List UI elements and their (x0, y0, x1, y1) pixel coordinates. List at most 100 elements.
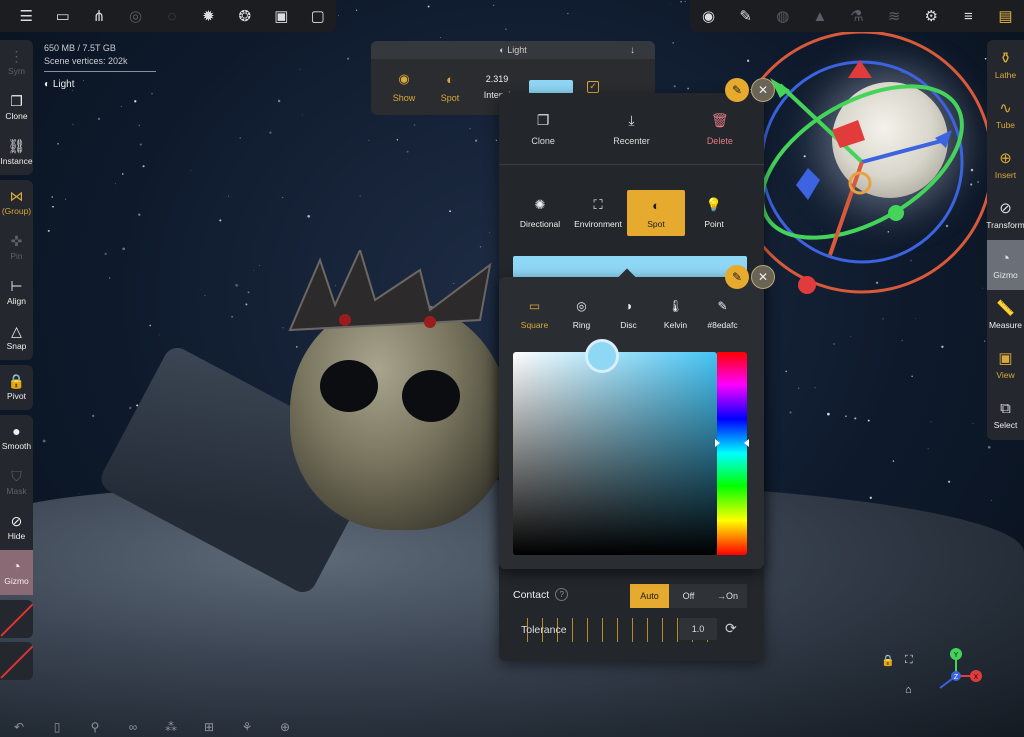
spot-light-icon: ◐ (446, 71, 454, 87)
left-tool-align[interactable]: ⊢ Align (0, 270, 33, 315)
left-tool-clone[interactable]: ❐ Clone (0, 85, 33, 130)
left-tool-pin[interactable]: ✜ Pin (0, 225, 33, 270)
right-tool-select[interactable]: ⧉ Select (987, 390, 1024, 440)
left-tool-group[interactable]: ⋈ (Group) (0, 180, 33, 225)
color-mode-tab[interactable]: 🌡 Kelvin (652, 299, 699, 330)
help-icon[interactable]: ? (555, 588, 569, 601)
molecule-icon[interactable]: ⁂ (152, 720, 190, 734)
material-icon[interactable]: ◌ (154, 0, 190, 32)
left-tool-mask[interactable]: ⛉ Mask (0, 460, 33, 505)
environment-light-icon: ⛶ (593, 197, 603, 212)
fullscreen-icon[interactable]: ⛶ (905, 654, 913, 667)
delete-light-button[interactable]: 🗑 Delete (676, 112, 764, 146)
light-gizmo-icon[interactable]: ◉ (690, 0, 727, 32)
box-icon[interactable]: ⊞ (190, 720, 228, 734)
scene-tree-icon[interactable]: ⋔ (81, 0, 117, 32)
trash-icon: 🗑 (710, 111, 729, 128)
left-tool-smooth[interactable]: ● Smooth (0, 415, 33, 460)
left-toolbar-group: ● Smooth ⛉ Mask ⊘ Hide ◔ Gizmo (0, 415, 33, 595)
show-light-button[interactable]: ◉ Show (381, 71, 427, 103)
sliders-icon[interactable]: ≡ (950, 0, 987, 32)
left-tool-label: Hide (7, 531, 26, 541)
left-toolbar: ⋮ Sym ❐ Clone ⛓ Instance ⋈ (Group) ✜ Pin ⊢ Align △ Sn… (0, 40, 33, 684)
layers-icon[interactable]: ◎ (117, 0, 153, 32)
gamepad-icon[interactable]: ⚘ (228, 720, 266, 734)
pin-picker-icon[interactable]: ✎ (725, 265, 749, 289)
phone-icon[interactable]: ▯ (38, 720, 76, 734)
glasses-icon[interactable]: ∞ (114, 720, 152, 734)
right-tool-tube[interactable]: ∿ Tube (987, 90, 1024, 140)
lock-icon[interactable]: 🔒 (881, 654, 895, 667)
chevron-down-icon[interactable]: ↓ (630, 45, 635, 56)
contact-option[interactable]: →On (708, 584, 747, 608)
hue-slider-marker[interactable] (715, 439, 749, 447)
light-type-environment[interactable]: ⛶ Environment (569, 190, 627, 236)
sun-icon[interactable]: ✹ (190, 0, 226, 32)
light-type-directional[interactable]: ✺ Directional (511, 190, 569, 236)
gold-menu-icon[interactable]: ▤ (987, 0, 1024, 32)
brush-color-swatch[interactable] (0, 600, 33, 638)
recenter-light-button[interactable]: ⤓ Recenter (587, 112, 675, 146)
reset-icon[interactable]: ⟳ (725, 620, 737, 637)
left-tool-instance[interactable]: ⛓ Instance (0, 130, 33, 175)
light-type-label: Directional (519, 219, 561, 229)
folder-icon[interactable]: ▭ (44, 0, 80, 32)
secondary-color-swatch[interactable] (0, 642, 33, 680)
light-type-spot[interactable]: ◐ Spot (627, 190, 685, 236)
tolerance-value[interactable]: 1.0 (679, 618, 717, 640)
left-tool-hide[interactable]: ⊘ Hide (0, 505, 33, 550)
contact-option[interactable]: Off (669, 584, 708, 608)
brush-icon[interactable]: ✎ (727, 0, 764, 32)
right-tool-insert[interactable]: ⊕ Insert (987, 140, 1024, 190)
menu-icon[interactable]: ☰ (8, 0, 44, 32)
spot-light-icon: ◐ (652, 197, 660, 213)
right-tool-label: View (996, 369, 1015, 380)
right-tool-gizmo[interactable]: ◔ Gizmo (987, 240, 1024, 290)
gear-icon[interactable]: ⚙ (913, 0, 950, 32)
left-tool-gizmo[interactable]: ◔ Gizmo (0, 550, 33, 595)
color-mode-tab[interactable]: ◑ Disc (605, 299, 652, 330)
camera-lens-icon[interactable]: ❂ (227, 0, 263, 32)
light-toolbar-header[interactable]: ◐ Light ↓ (371, 41, 655, 59)
selected-object-label: ◐ Light (44, 79, 75, 90)
light-color-swatch[interactable] (529, 80, 573, 94)
light-enabled-checkbox[interactable]: ✓ (587, 81, 599, 93)
spot-type-button[interactable]: ◐ Spot (427, 72, 473, 103)
color-mode-label: Square (520, 320, 549, 330)
close-panel-icon[interactable]: ✕ (751, 78, 775, 102)
left-toolbar-group: ⋈ (Group) ✜ Pin ⊢ Align △ Snap (0, 180, 33, 360)
search-icon[interactable]: ⚲ (76, 720, 114, 734)
directional-light-icon: ✺ (534, 197, 546, 212)
left-tool-sym[interactable]: ⋮ Sym (0, 40, 33, 85)
globe-icon[interactable]: ◍ (764, 0, 801, 32)
flask-icon[interactable]: ⚗ (838, 0, 875, 32)
hide-icon: ⊘ (10, 513, 23, 529)
light-type-point[interactable]: 💡 Point (685, 190, 743, 236)
color-mode-tab[interactable]: ◎ Ring (558, 299, 605, 330)
color-mode-tab[interactable]: ▭ Square (511, 299, 558, 330)
triangle-icon[interactable]: ▲ (801, 0, 838, 32)
zoom-icon[interactable]: ⊕ (266, 720, 304, 734)
right-tool-lathe[interactable]: ⚱ Lathe (987, 40, 1024, 90)
stack-icon[interactable]: ≋ (876, 0, 913, 32)
color-mode-label: #8edafc (707, 320, 738, 330)
left-tool-pivot[interactable]: 🔒 Pivot (0, 365, 33, 410)
video-icon[interactable]: ▢ (300, 0, 336, 32)
color-thumb[interactable] (585, 339, 619, 373)
hue-slider[interactable] (717, 352, 747, 555)
home-icon[interactable]: ⌂ (905, 684, 912, 696)
image-icon[interactable]: ▣ (263, 0, 299, 32)
color-mode-tab[interactable]: ✎ #8edafc (699, 299, 746, 330)
right-tool-transform[interactable]: ⊘ Transform (986, 190, 1024, 240)
right-tool-view[interactable]: ▣ View (987, 340, 1024, 390)
right-toolbar: ⚱ Lathe ∿ Tube ⊕ Insert ⊘ Transform ◔ Gizmo 📏 Measu… (986, 40, 1024, 440)
close-picker-icon[interactable]: ✕ (751, 265, 775, 289)
undo-icon[interactable]: ↶ (0, 720, 38, 734)
orientation-cube[interactable]: Y X Z (928, 646, 984, 702)
contact-option[interactable]: Auto (630, 584, 669, 608)
right-tool-measure[interactable]: 📏 Measure (987, 290, 1024, 340)
pin-panel-icon[interactable]: ✎ (725, 78, 749, 102)
clone-light-button[interactable]: ❐ Clone (499, 112, 587, 146)
saturation-value-square[interactable] (513, 352, 717, 555)
left-tool-snap[interactable]: △ Snap (0, 315, 33, 360)
